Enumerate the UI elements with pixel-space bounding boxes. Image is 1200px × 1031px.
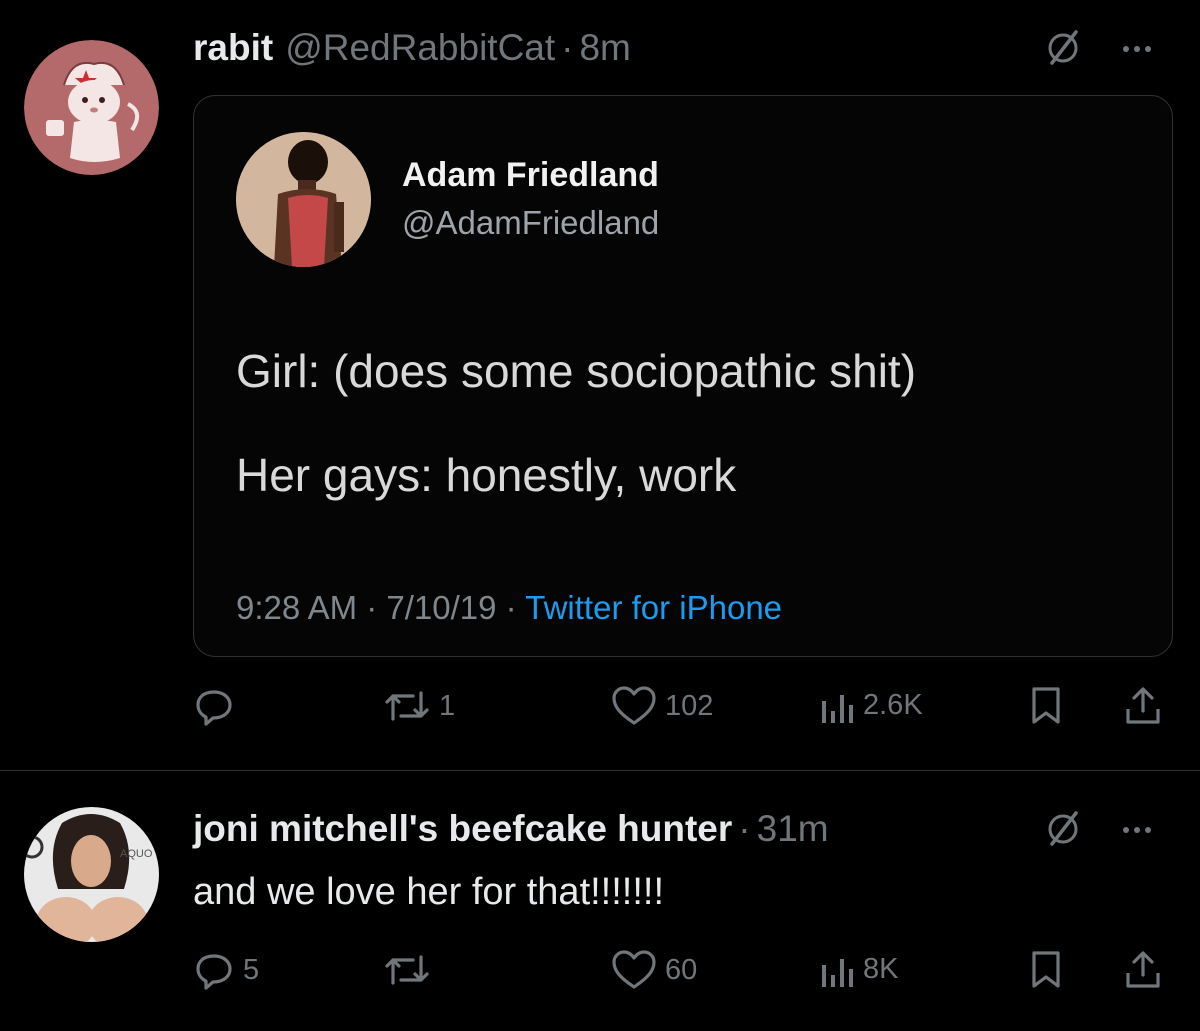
tweet-reply[interactable]: AQUO joni mitchell's beefcake hunter · 3… <box>0 771 1200 1031</box>
share-icon <box>1123 685 1163 727</box>
avatar-backdrop-label: AQUO <box>120 848 153 860</box>
retweet-button[interactable]: 1 <box>383 685 455 727</box>
quoted-meta: 9:28 AM · 7/10/19 · Twitter for iPhone <box>236 589 782 627</box>
reply-button[interactable]: 5 <box>193 949 259 991</box>
views-count: 8K <box>863 952 899 985</box>
tweet-actions: 1 102 2.6K <box>193 685 1173 729</box>
quoted-text-line-1: Girl: (does some sociopathic shit) <box>236 345 917 397</box>
tweet-header: joni mitchell's beefcake hunter · 31m <box>193 808 829 850</box>
reply-icon <box>193 685 235 727</box>
share-button[interactable] <box>1123 949 1163 991</box>
tweet-text: and we love her for that!!!!!!! <box>193 871 665 913</box>
separator-dot: · <box>738 808 751 849</box>
tweet-header: rabit @RedRabbitCat · 8m <box>193 27 631 69</box>
quoted-author-handle[interactable]: @AdamFriedland <box>402 204 659 242</box>
reply-button[interactable] <box>193 685 243 727</box>
share-icon <box>1123 949 1163 991</box>
retweet-button[interactable] <box>383 949 439 991</box>
tweet-actions: 5 60 8K <box>193 949 1173 993</box>
retweet-icon <box>383 949 431 991</box>
quoted-text-line-2: Her gays: honestly, work <box>236 449 737 501</box>
like-button[interactable]: 60 <box>611 949 697 991</box>
views-icon <box>819 949 855 989</box>
views-button[interactable]: 2.6K <box>819 685 923 725</box>
mute-icon[interactable] <box>1043 27 1083 67</box>
author-name[interactable]: joni mitchell's beefcake hunter <box>193 808 732 850</box>
bookmark-icon <box>1029 685 1063 725</box>
like-count: 60 <box>665 953 698 986</box>
tweet-time[interactable]: 31m <box>757 808 829 850</box>
separator-dot: · <box>561 27 574 68</box>
retweet-count: 1 <box>439 689 456 722</box>
quoted-timestamp: 9:28 AM · 7/10/19 · <box>236 589 517 626</box>
quoted-author-avatar[interactable] <box>236 132 371 267</box>
bookmark-button[interactable] <box>1029 949 1063 989</box>
like-button[interactable]: 102 <box>611 685 713 727</box>
quoted-author-name[interactable]: Adam Friedland <box>402 156 659 195</box>
reply-icon <box>193 949 235 991</box>
tweet-rabit[interactable]: rabit @RedRabbitCat · 8m Adam Friedland … <box>0 0 1200 770</box>
like-count: 102 <box>665 689 714 722</box>
reply-count: 5 <box>243 953 260 986</box>
like-icon <box>611 949 657 991</box>
quoted-source[interactable]: Twitter for iPhone <box>525 589 782 626</box>
author-handle[interactable]: @RedRabbitCat <box>285 27 555 69</box>
quoted-tweet-card[interactable]: Adam Friedland @AdamFriedland Girl: (doe… <box>193 95 1173 657</box>
rabbit-cat-avatar[interactable] <box>24 40 159 175</box>
more-icon[interactable] <box>1123 46 1151 52</box>
mute-icon[interactable] <box>1043 808 1083 848</box>
views-count: 2.6K <box>863 688 923 721</box>
bookmark-button[interactable] <box>1029 685 1063 725</box>
like-icon <box>611 685 657 727</box>
tweet-time[interactable]: 8m <box>579 27 630 69</box>
reply-author-avatar[interactable]: AQUO <box>24 807 159 942</box>
views-icon <box>819 685 855 725</box>
views-button[interactable]: 8K <box>819 949 898 989</box>
bookmark-icon <box>1029 949 1063 989</box>
retweet-icon <box>383 685 431 727</box>
author-name[interactable]: rabit <box>193 27 273 69</box>
share-button[interactable] <box>1123 685 1163 727</box>
more-icon[interactable] <box>1123 827 1151 833</box>
